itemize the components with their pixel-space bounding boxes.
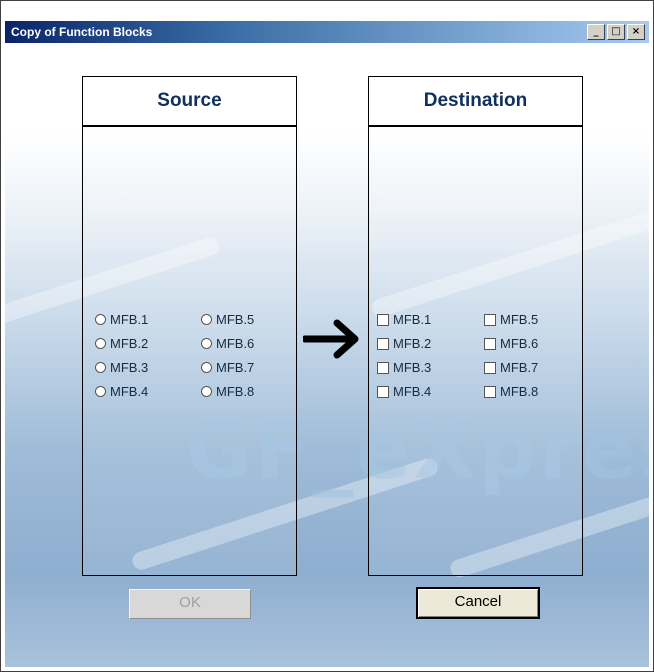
option-label: MFB.5 [216, 312, 255, 327]
maximize-button[interactable]: □ [607, 24, 625, 40]
destination-option-mfb2[interactable]: MFB.2 [377, 336, 431, 351]
source-option-mfb3[interactable]: MFB.3 [95, 360, 148, 375]
source-header: Source [83, 77, 296, 127]
checkbox-icon[interactable] [377, 385, 389, 398]
destination-option-mfb4[interactable]: MFB.4 [377, 384, 431, 399]
radio-icon[interactable] [95, 386, 106, 397]
source-option-mfb4[interactable]: MFB.4 [95, 384, 148, 399]
radio-icon[interactable] [201, 386, 212, 397]
option-label: MFB.2 [110, 336, 149, 351]
destination-header: Destination [369, 77, 582, 127]
checkbox-icon[interactable] [377, 361, 389, 374]
radio-icon[interactable] [201, 314, 212, 325]
destination-option-mfb3[interactable]: MFB.3 [377, 360, 431, 375]
radio-icon[interactable] [201, 362, 212, 373]
option-label: MFB.6 [500, 336, 539, 351]
source-option-mfb7[interactable]: MFB.7 [201, 360, 254, 375]
checkbox-icon[interactable] [377, 337, 389, 350]
option-label: MFB.3 [110, 360, 149, 375]
option-label: MFB.4 [393, 384, 432, 399]
option-label: MFB.7 [216, 360, 255, 375]
dialog-body: GF_eXpres Source MFB.1 MFB.2 MFB.3 MFB.4 [5, 45, 649, 667]
radio-icon[interactable] [95, 362, 106, 373]
source-option-mfb8[interactable]: MFB.8 [201, 384, 254, 399]
option-label: MFB.8 [500, 384, 539, 399]
checkbox-icon[interactable] [377, 313, 389, 326]
radio-icon[interactable] [95, 338, 106, 349]
radio-icon[interactable] [201, 338, 212, 349]
option-label: MFB.8 [216, 384, 255, 399]
destination-option-mfb1[interactable]: MFB.1 [377, 312, 431, 327]
close-button[interactable]: × [627, 24, 645, 40]
cancel-button[interactable]: Cancel [416, 587, 540, 619]
destination-option-mfb5[interactable]: MFB.5 [484, 312, 538, 327]
checkbox-icon[interactable] [484, 337, 496, 350]
checkbox-icon[interactable] [484, 313, 496, 326]
checkbox-icon[interactable] [484, 361, 496, 374]
destination-panel: Destination MFB.1 MFB.2 MFB.3 MFB.4 MFB.… [368, 76, 583, 576]
source-option-mfb5[interactable]: MFB.5 [201, 312, 254, 327]
option-label: MFB.7 [500, 360, 539, 375]
source-option-mfb2[interactable]: MFB.2 [95, 336, 148, 351]
option-label: MFB.2 [393, 336, 432, 351]
option-label: MFB.3 [393, 360, 432, 375]
ok-button[interactable]: OK [129, 589, 251, 619]
option-label: MFB.6 [216, 336, 255, 351]
arrow-right-icon [303, 319, 359, 359]
option-label: MFB.4 [110, 384, 149, 399]
option-label: MFB.1 [393, 312, 432, 327]
window-controls: _ □ × [587, 24, 645, 40]
source-option-mfb6[interactable]: MFB.6 [201, 336, 254, 351]
checkbox-icon[interactable] [484, 385, 496, 398]
option-label: MFB.5 [500, 312, 539, 327]
minimize-button[interactable]: _ [587, 24, 605, 40]
title-bar[interactable]: Copy of Function Blocks _ □ × [5, 21, 649, 43]
source-panel: Source MFB.1 MFB.2 MFB.3 MFB.4 MFB.5 MFB… [82, 76, 297, 576]
dialog-window: Copy of Function Blocks _ □ × GF_eXpres … [0, 0, 654, 672]
option-label: MFB.1 [110, 312, 149, 327]
window-title: Copy of Function Blocks [11, 25, 153, 39]
destination-option-mfb8[interactable]: MFB.8 [484, 384, 538, 399]
source-option-mfb1[interactable]: MFB.1 [95, 312, 148, 327]
destination-option-mfb6[interactable]: MFB.6 [484, 336, 538, 351]
destination-option-mfb7[interactable]: MFB.7 [484, 360, 538, 375]
radio-icon[interactable] [95, 314, 106, 325]
